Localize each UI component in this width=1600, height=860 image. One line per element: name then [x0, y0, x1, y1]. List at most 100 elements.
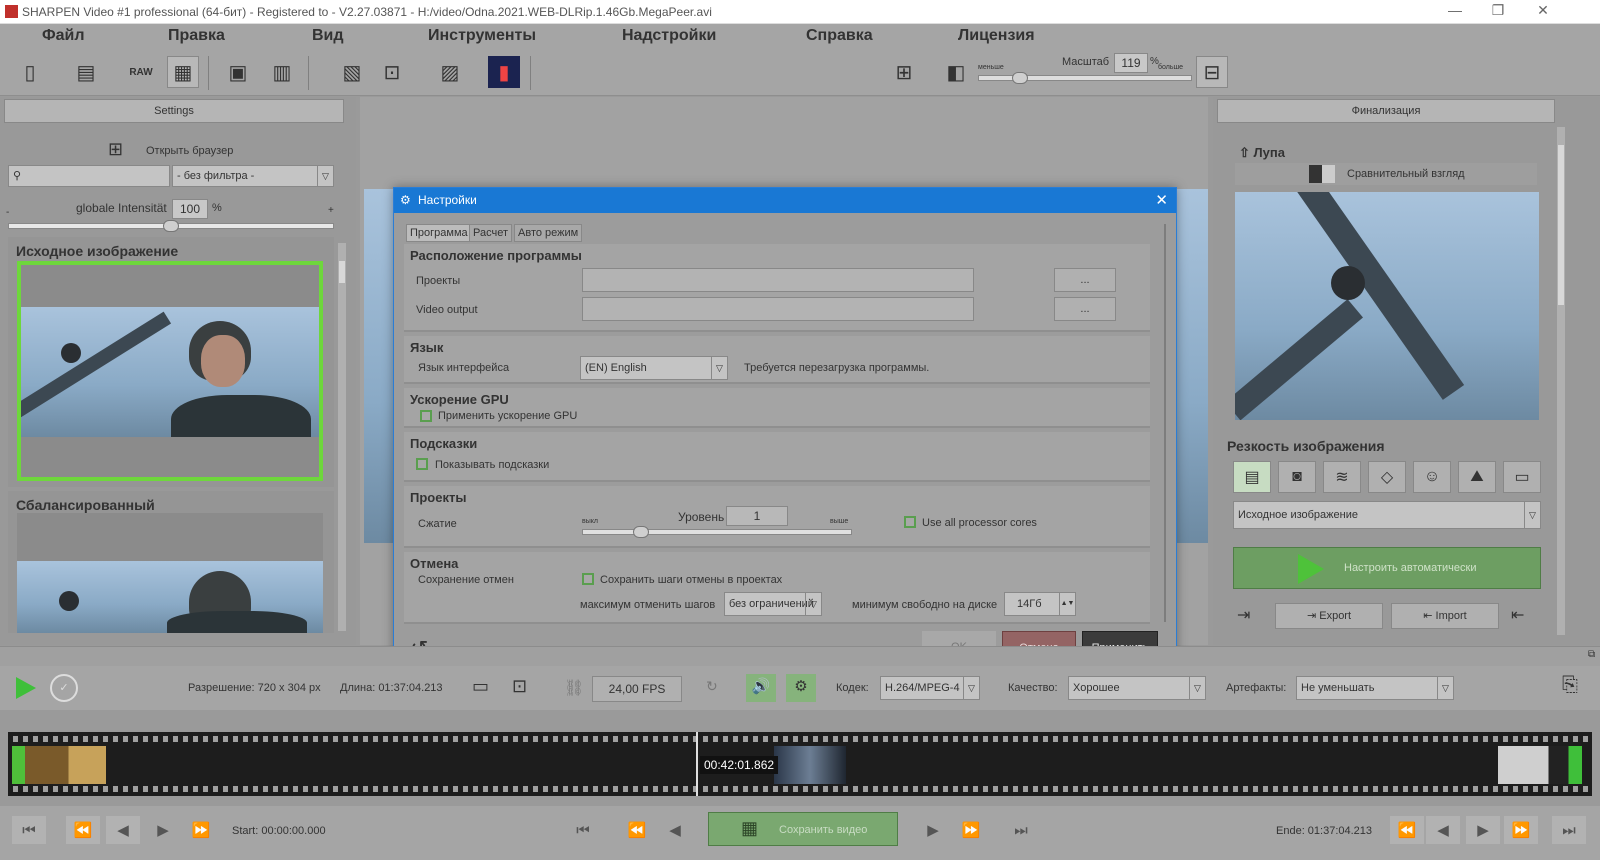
settings-gear-icon[interactable]: ⚙ [786, 674, 816, 702]
jump-end-icon[interactable]: ⏭ [1004, 816, 1038, 844]
projects-browse-button[interactable]: ... [1054, 268, 1116, 292]
preset-card-source[interactable]: Исходное изображение [8, 237, 334, 487]
language-select[interactable]: (EN) English ▽ [580, 356, 728, 380]
scale-value[interactable]: 119 [1114, 53, 1148, 73]
export-left-icon[interactable]: ⇥ [1237, 605, 1250, 625]
jump-start-icon[interactable]: ⏮ [566, 816, 600, 844]
close-icon[interactable]: ✕ [1533, 2, 1553, 19]
save-as-icon[interactable]: ▥ [266, 56, 298, 88]
step-back-icon[interactable]: ◀ [106, 816, 140, 844]
open-browser-link[interactable]: Открыть браузер [146, 145, 233, 157]
menu-view[interactable]: Вид [312, 27, 344, 45]
fit-view-icon[interactable]: ◧ [940, 56, 972, 88]
spinner-arrows-icon[interactable]: ▲▼ [1059, 593, 1075, 615]
scale-slider-handle[interactable] [1011, 72, 1028, 84]
crop-icon[interactable]: ⊡ [376, 56, 408, 88]
hints-checkbox[interactable] [416, 458, 428, 470]
save-icon[interactable]: ▣ [222, 56, 254, 88]
diamond-icon[interactable]: ◇ [1368, 461, 1406, 493]
projects-path-input[interactable] [582, 268, 974, 292]
auto-adjust-button[interactable]: Настроить автоматически [1233, 547, 1541, 589]
preset-thumbnail-selected[interactable] [17, 261, 323, 481]
batch-export-icon[interactable]: ⎘ [1562, 674, 1578, 697]
preset-card-balanced[interactable]: Сбалансированный [8, 491, 334, 633]
open-file-icon[interactable]: ▤ [70, 56, 102, 88]
maximize-icon[interactable]: ❐ [1488, 2, 1508, 19]
rewind-icon[interactable]: ⏪ [66, 816, 100, 844]
timeline-thumbnail[interactable] [1498, 746, 1582, 784]
step-forward-end-icon[interactable]: ▶ [1466, 816, 1500, 844]
search-input[interactable]: ⚲ [8, 165, 170, 187]
video-output-input[interactable] [582, 297, 974, 321]
preset-thumbnail[interactable] [17, 513, 323, 633]
artifacts-select[interactable]: Не уменьшать ▽ [1296, 676, 1454, 700]
go-start-icon[interactable]: ⏮ [12, 816, 46, 844]
audio-icon[interactable]: 🔊 [746, 674, 776, 702]
menu-license[interactable]: Лицензия [958, 27, 1035, 45]
filter-select[interactable]: - без фильтра - ▽ [172, 165, 334, 187]
tab-calculation[interactable]: Расчет [469, 224, 512, 242]
timeline-thumbnail[interactable] [774, 746, 846, 784]
codec-select[interactable]: H.264/MPEG-4 ▽ [880, 676, 980, 700]
new-file-icon[interactable]: ▯ [14, 56, 46, 88]
go-end-icon[interactable]: ⏭ [1552, 816, 1586, 844]
restore-icon[interactable]: ⧉ [1588, 649, 1595, 660]
text-mode-icon[interactable]: ▤ [1233, 461, 1271, 493]
play-icon[interactable]: ▶ [146, 816, 180, 844]
grid-view-icon[interactable]: ⊞ [888, 56, 920, 88]
save-video-button[interactable]: ▦ Сохранить видео [708, 812, 898, 846]
histogram-icon[interactable]: ▮ [488, 56, 520, 88]
portrait-icon[interactable]: ☺ [1413, 461, 1451, 493]
intensity-value[interactable]: 100 [172, 199, 208, 219]
menu-addons[interactable]: Надстройки [622, 27, 716, 45]
source-select[interactable]: Исходное изображение ▽ [1233, 501, 1541, 529]
rewind-end-icon[interactable]: ⏪ [1390, 816, 1424, 844]
info-icon[interactable]: ▨ [434, 56, 466, 88]
browser-icon[interactable]: ⊞ [108, 139, 123, 160]
undo-save-checkbox[interactable] [582, 573, 594, 585]
camera-icon[interactable]: ◙ [1278, 461, 1316, 493]
menu-edit[interactable]: Правка [168, 27, 225, 45]
gpu-checkbox[interactable] [420, 410, 432, 422]
max-undo-select[interactable]: без ограничений ▽ [724, 592, 822, 616]
left-scrollbar[interactable] [338, 243, 346, 631]
waves-icon[interactable]: ≋ [1323, 461, 1361, 493]
step-forward-icon[interactable]: ▶ [916, 816, 950, 844]
raw-icon[interactable]: RAW [125, 56, 157, 88]
resize-icon[interactable]: ⊡ [512, 676, 527, 697]
check-icon[interactable]: ✓ [50, 674, 78, 702]
monitor-icon[interactable]: ▭ [472, 676, 489, 697]
dialog-scrollbar[interactable] [1164, 224, 1166, 622]
import-button[interactable]: ⇤ Import [1391, 603, 1499, 629]
timeline-filmstrip[interactable]: 00:42:01.862 [8, 732, 1592, 796]
close-icon[interactable]: ✕ [1155, 188, 1168, 213]
import-right-icon[interactable]: ⇤ [1511, 605, 1524, 625]
menu-help[interactable]: Справка [806, 27, 873, 45]
compression-slider[interactable] [582, 529, 852, 535]
compression-level-value[interactable]: 1 [726, 506, 788, 526]
landscape-icon[interactable]: ⛰ [1458, 461, 1496, 493]
compression-slider-handle[interactable] [632, 526, 649, 538]
fast-forward-end-icon[interactable]: ⏩ [1504, 816, 1538, 844]
export-button[interactable]: ⇥ Export [1275, 603, 1383, 629]
cores-checkbox[interactable] [904, 516, 916, 528]
tab-program[interactable]: Программа [406, 224, 472, 242]
right-scrollbar[interactable] [1557, 127, 1565, 635]
step-back-icon[interactable]: ◀ [658, 816, 692, 844]
link-icon[interactable]: ⛓ [564, 678, 584, 698]
quality-select[interactable]: Хорошее ▽ [1068, 676, 1206, 700]
intensity-slider-handle[interactable] [163, 220, 179, 232]
prev-frame-icon[interactable]: ⏪ [620, 816, 654, 844]
sync-icon[interactable]: ↻ [706, 678, 718, 695]
timeline-thumbnail[interactable] [12, 746, 106, 784]
video-output-browse-button[interactable]: ... [1054, 297, 1116, 321]
tab-auto-mode[interactable]: Авто режим [514, 224, 583, 242]
step-back-end-icon[interactable]: ◀ [1426, 816, 1460, 844]
scale-slider[interactable] [978, 75, 1192, 81]
menu-tools[interactable]: Инструменты [428, 27, 536, 45]
compare-icon[interactable]: ⊟ [1196, 56, 1228, 88]
next-frame-icon[interactable]: ⏩ [954, 816, 988, 844]
compare-view-toggle[interactable]: Сравнительный взгляд [1235, 163, 1537, 185]
menu-file[interactable]: Файл [42, 27, 85, 45]
playhead[interactable] [696, 732, 698, 796]
